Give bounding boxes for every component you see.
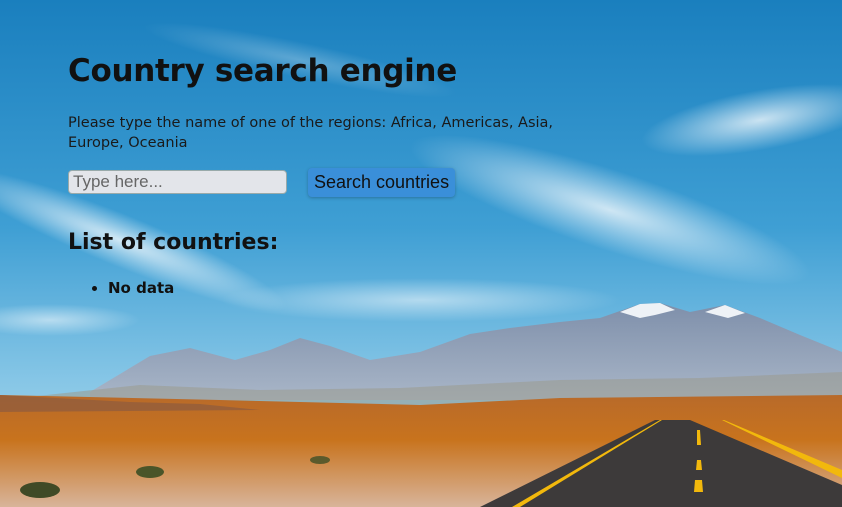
list-heading: List of countries:: [68, 230, 279, 255]
instructions-text: Please type the name of one of the regio…: [68, 115, 554, 151]
region-search-input[interactable]: [68, 170, 287, 194]
page-title: Country search engine: [68, 53, 457, 89]
search-countries-button[interactable]: Search countries: [308, 168, 456, 197]
country-list: No data: [68, 278, 174, 298]
list-item: No data: [108, 278, 174, 298]
